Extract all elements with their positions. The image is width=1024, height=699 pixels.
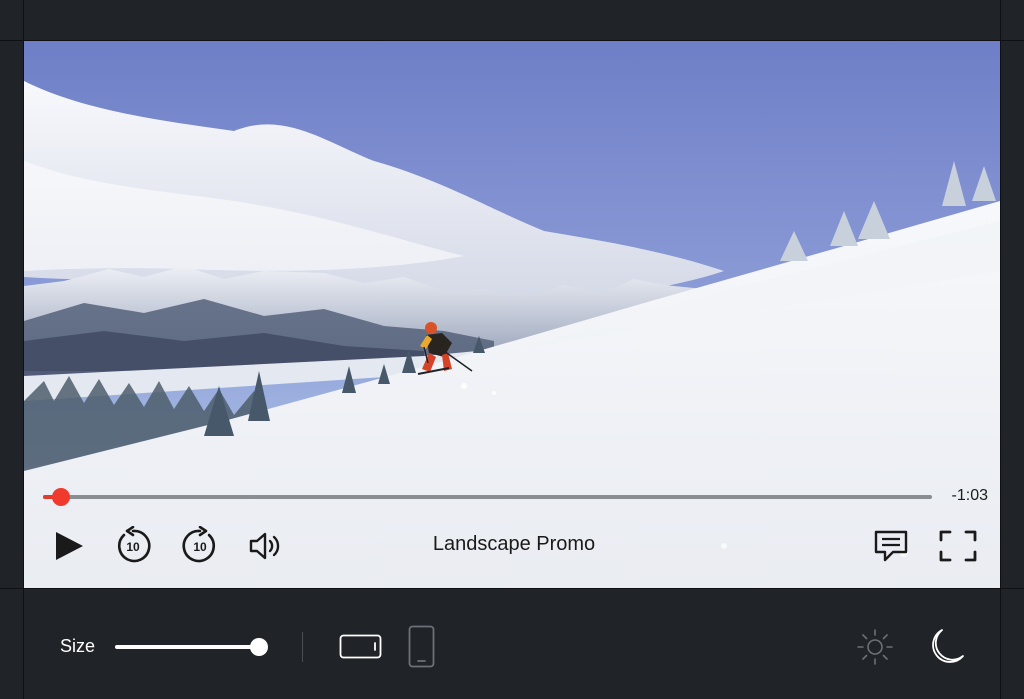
play-button[interactable] — [52, 529, 86, 563]
forward-10-icon: 10 — [180, 526, 220, 566]
captions-icon — [873, 529, 909, 563]
sun-icon — [856, 628, 894, 666]
portrait-orientation-button[interactable] — [408, 625, 436, 669]
progress-scrubber-handle[interactable] — [51, 488, 70, 506]
forward-10-button[interactable]: 10 — [180, 526, 220, 566]
volume-button[interactable] — [248, 530, 282, 562]
rewind-10-button[interactable]: 10 — [113, 526, 153, 566]
video-title: Landscape Promo — [432, 533, 596, 555]
moon-icon — [926, 626, 966, 668]
dark-theme-button[interactable] — [926, 626, 966, 668]
play-icon — [52, 529, 86, 563]
size-slider-handle[interactable] — [249, 638, 268, 656]
fullscreen-button[interactable] — [939, 530, 977, 562]
portrait-device-icon — [408, 625, 436, 669]
rewind-seconds-label: 10 — [126, 540, 140, 554]
time-remaining: -1:03 — [951, 487, 988, 504]
rewind-10-icon: 10 — [113, 526, 153, 566]
progress-bar[interactable] — [43, 495, 932, 499]
size-slider[interactable] — [115, 645, 263, 649]
forward-seconds-label: 10 — [193, 540, 207, 554]
landscape-device-icon — [339, 634, 383, 660]
size-label: Size — [60, 636, 96, 656]
landscape-orientation-button[interactable] — [339, 634, 383, 660]
captions-button[interactable] — [873, 529, 909, 563]
controls-overlay — [24, 461, 1000, 588]
guide-line-bottom — [0, 588, 1024, 589]
size-slider-fill — [115, 645, 259, 649]
toolbar-divider — [302, 632, 303, 662]
light-theme-button[interactable] — [856, 628, 894, 666]
fullscreen-icon — [939, 530, 977, 562]
video-player[interactable]: -1:03 10 10 Landscape Promo — [24, 41, 1000, 588]
volume-icon — [248, 530, 282, 562]
guide-line-right — [1000, 0, 1001, 699]
